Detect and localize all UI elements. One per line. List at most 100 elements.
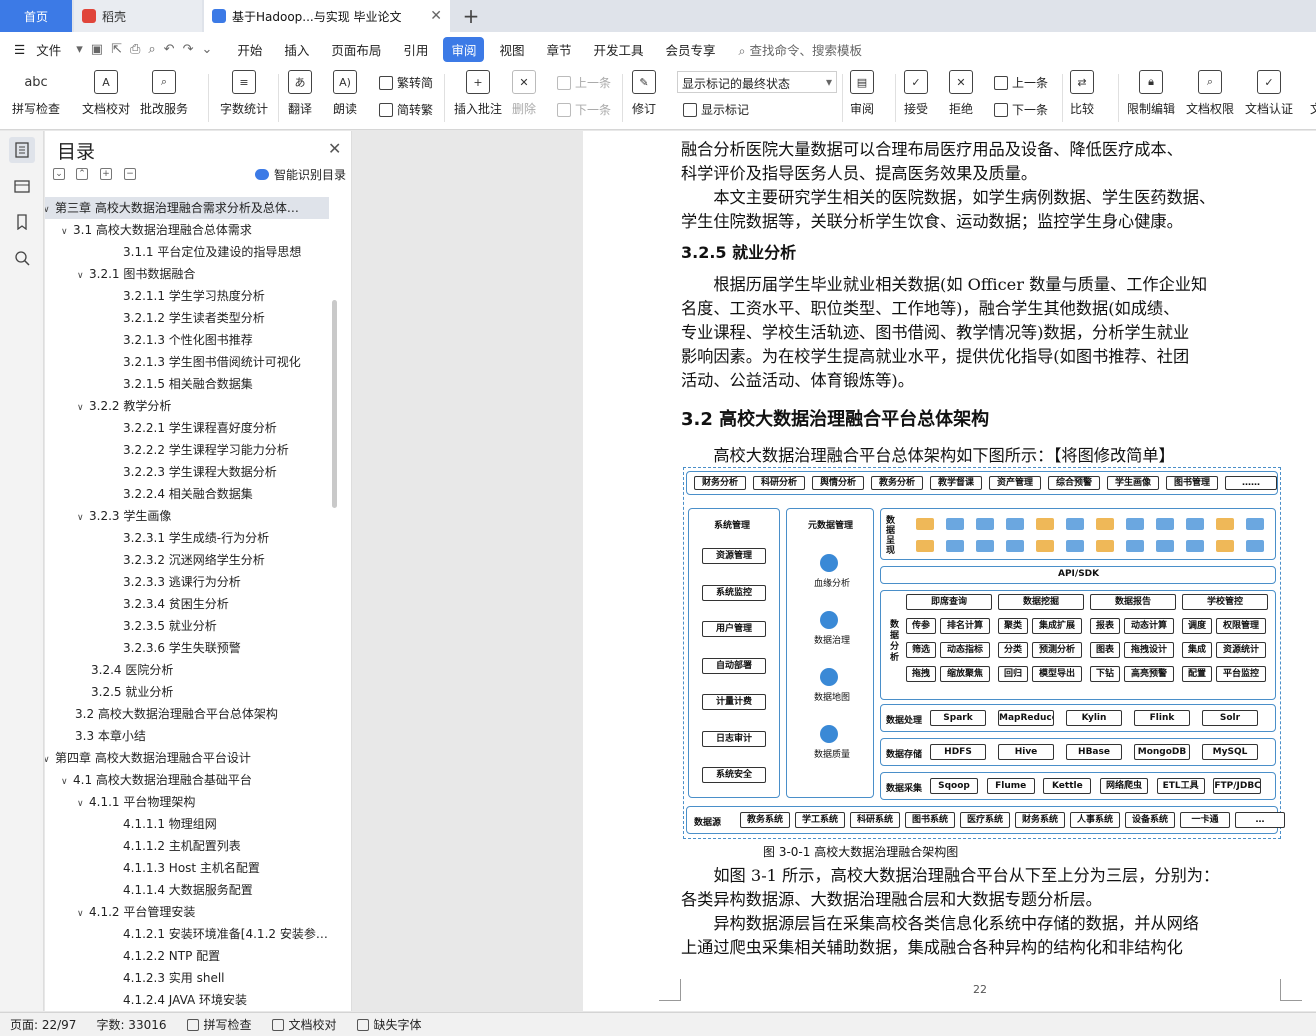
doc-certify-button[interactable]: ✓ 文档认证 — [1245, 70, 1293, 117]
toc-item[interactable]: 3.2.2.3 学生课程大数据分析 — [123, 461, 335, 483]
menu-chapter[interactable]: 章节 — [535, 40, 582, 59]
toc-item[interactable]: 3.2.3.3 逃课行为分析 — [123, 571, 335, 593]
toc-item[interactable]: 3.2.2.4 相关融合数据集 — [123, 483, 335, 505]
toc-item[interactable]: 3.2 高校大数据治理融合平台总体架构 — [75, 703, 335, 725]
toc-item[interactable]: ∨ 3.2.3 学生画像 — [77, 505, 335, 527]
print-icon[interactable]: ⎙ — [126, 42, 144, 57]
smart-toc-button[interactable]: 智能识别目录 — [255, 166, 346, 183]
toc-item[interactable]: 3.1.1 平台定位及建设的指导思想 — [123, 241, 335, 263]
close-icon[interactable]: ✕ — [328, 139, 341, 158]
toc-item[interactable]: 3.2.4 医院分析 — [91, 659, 335, 681]
tab-daoke[interactable]: 稻壳 — [74, 0, 202, 32]
document-page[interactable]: 融合分析医院大量数据可以合理布局医疗用品及设备、降低医疗成本、 科学评价及指导医… — [583, 131, 1316, 1011]
batch-service-button[interactable]: ⌕ 批改服务 — [140, 70, 188, 117]
tab-home[interactable]: 首页 — [0, 0, 72, 32]
toc-item[interactable]: 4.1.1.1 物理组网 — [123, 813, 335, 835]
toc-item[interactable]: 3.2.3.6 学生失联预警 — [123, 637, 335, 659]
to-simplified-button[interactable]: 简转繁 — [379, 101, 433, 118]
chevron-down-icon[interactable]: ∨ — [45, 749, 55, 769]
chevron-down-icon[interactable]: ∨ — [77, 793, 89, 813]
revise-button[interactable]: ✎ 修订 — [632, 70, 656, 117]
undo-icon[interactable]: ↶ — [160, 42, 179, 57]
restrict-edit-button[interactable]: 🔒︎ 限制编辑 — [1127, 70, 1175, 117]
toc-item[interactable]: ∨第四章 高校大数据治理融合平台设计 — [45, 747, 335, 769]
chevron-down-icon[interactable]: ∨ — [77, 507, 89, 527]
status-proofread[interactable]: 文档校对 — [262, 1016, 347, 1033]
toc-item[interactable]: 3.2.5 就业分析 — [91, 681, 335, 703]
tab-document[interactable]: 基于Hadoop...与实现 毕业论文 ✕ — [204, 0, 450, 32]
menu-view[interactable]: 视图 — [488, 40, 535, 59]
toc-item[interactable]: 3.2.1.3 学生图书借阅统计可视化 — [123, 351, 335, 373]
architecture-diagram[interactable]: 财务分析 科研分析 舆情分析 教务分析 教学督课 资产管理 综合预警 学生画像 图书管理 …… 系统… — [683, 467, 1285, 839]
toc-scrollbar[interactable] — [332, 300, 337, 508]
menu-start[interactable]: 开始 — [226, 40, 273, 59]
more-icon[interactable]: ⌄ — [197, 42, 216, 57]
chevron-down-icon[interactable]: ∨ — [77, 903, 89, 923]
insert-comment-button[interactable]: + 插入批注 — [454, 70, 502, 117]
show-markup-button[interactable]: 显示标记 — [683, 101, 749, 118]
toc-item[interactable]: 4.1.2.2 NTP 配置 — [123, 945, 335, 967]
chevron-down-icon[interactable]: ∨ — [61, 771, 73, 791]
toc-item[interactable]: ∨第三章 高校大数据治理融合需求分析及总体… — [45, 197, 329, 219]
toc-item[interactable]: 3.2.2.1 学生课程喜好度分析 — [123, 417, 335, 439]
close-tab-icon[interactable]: ✕ — [430, 8, 442, 24]
next-comment-button[interactable]: 下一条 — [557, 101, 611, 118]
status-spellcheck[interactable]: 拼写检查 — [177, 1016, 262, 1033]
page-indicator[interactable]: 页面: 22/97 — [0, 1016, 86, 1033]
toc-item[interactable]: 4.1.2.1 安装环境准备[4.1.2 安装参… — [123, 923, 335, 945]
to-traditional-button[interactable]: 繁转简 — [379, 74, 433, 91]
translate-button[interactable]: あ翻译 — [288, 70, 312, 117]
word-count[interactable]: 字数: 33016 — [86, 1016, 176, 1033]
compare-button[interactable]: ⇄ 比较 — [1070, 70, 1094, 117]
markup-mode-select[interactable]: 显示标记的最终状态 ▾ — [677, 71, 837, 93]
save-icon[interactable]: ▣ — [87, 42, 107, 57]
menu-file[interactable]: 文件 — [36, 40, 72, 59]
ribbon-overflow[interactable]: 文 — [1304, 70, 1316, 117]
doccheck-button[interactable]: A 文档校对 — [82, 70, 130, 117]
toc-item[interactable]: 3.2.3.5 就业分析 — [123, 615, 335, 637]
collapse-all-icon[interactable]: ⌄ — [53, 168, 65, 180]
prev-change-button[interactable]: 上一条 — [994, 74, 1048, 91]
toc-item[interactable]: 3.2.3.2 沉迷网络学生分析 — [123, 549, 335, 571]
preview-icon[interactable]: ⌕ — [144, 42, 159, 57]
toc-item[interactable]: ∨ 4.1.1 平台物理架构 — [77, 791, 335, 813]
menu-review[interactable]: 审阅 — [443, 36, 485, 62]
command-search[interactable]: ⌕ 查找命令、搜索模板 — [727, 40, 863, 59]
toc-item[interactable]: 3.2.1.2 学生读者类型分析 — [123, 307, 335, 329]
new-tab-button[interactable]: + — [456, 0, 486, 32]
delete-comment-button[interactable]: ✕ 删除 — [512, 70, 536, 117]
export-icon[interactable]: ⇱ — [107, 42, 126, 57]
menu-layout[interactable]: 页面布局 — [320, 40, 392, 59]
review-pane-button[interactable]: ▤ 审阅 — [850, 70, 874, 117]
chevron-down-icon[interactable]: ∨ — [77, 265, 89, 285]
toc-item[interactable]: 3.2.1.5 相关融合数据集 — [123, 373, 335, 395]
toc-item[interactable]: 3.2.1.3 个性化图书推荐 — [123, 329, 335, 351]
remove-heading-icon[interactable]: − — [124, 168, 136, 180]
toc-item[interactable]: 4.1.1.4 大数据服务配置 — [123, 879, 335, 901]
menu-insert[interactable]: 插入 — [273, 40, 320, 59]
chevron-down-icon[interactable]: ∨ — [77, 397, 89, 417]
toc-item[interactable]: 3.2.1.1 学生学习热度分析 — [123, 285, 335, 307]
toc-item[interactable]: ∨ 3.2.2 教学分析 — [77, 395, 335, 417]
add-heading-icon[interactable]: + — [100, 168, 112, 180]
read-aloud-button[interactable]: A) 朗读 — [333, 70, 357, 117]
menu-devtools[interactable]: 开发工具 — [582, 40, 654, 59]
expand-all-icon[interactable]: ⌃ — [76, 168, 88, 180]
toc-item[interactable]: 4.1.2.3 实用 shell — [123, 967, 335, 989]
reject-button[interactable]: ✕ 拒绝 — [949, 70, 973, 117]
doc-permission-button[interactable]: ⌕ 文档权限 — [1186, 70, 1234, 117]
spellcheck-button[interactable]: abc 拼写检查 — [12, 70, 60, 117]
chevron-down-icon[interactable]: ▾ — [72, 42, 87, 57]
toc-item[interactable]: 3.3 本章小结 — [75, 725, 335, 747]
prev-comment-button[interactable]: 上一条 — [557, 74, 611, 91]
menu-reference[interactable]: 引用 — [392, 40, 439, 59]
toc-item[interactable]: 4.1.1.3 Host 主机名配置 — [123, 857, 335, 879]
redo-icon[interactable]: ↷ — [179, 42, 198, 57]
hamburger-icon[interactable]: ☰ — [0, 42, 36, 57]
menu-member[interactable]: 会员专享 — [655, 40, 727, 59]
toc-item[interactable]: 4.1.1.2 主机配置列表 — [123, 835, 335, 857]
toc-item[interactable]: ∨ 4.1 高校大数据治理融合基础平台 — [61, 769, 335, 791]
chevron-down-icon[interactable]: ∨ — [45, 199, 55, 219]
toc-item[interactable]: ∨ 3.1 高校大数据治理融合总体需求 — [61, 219, 335, 241]
status-missing-font[interactable]: 缺失字体 — [347, 1016, 432, 1033]
